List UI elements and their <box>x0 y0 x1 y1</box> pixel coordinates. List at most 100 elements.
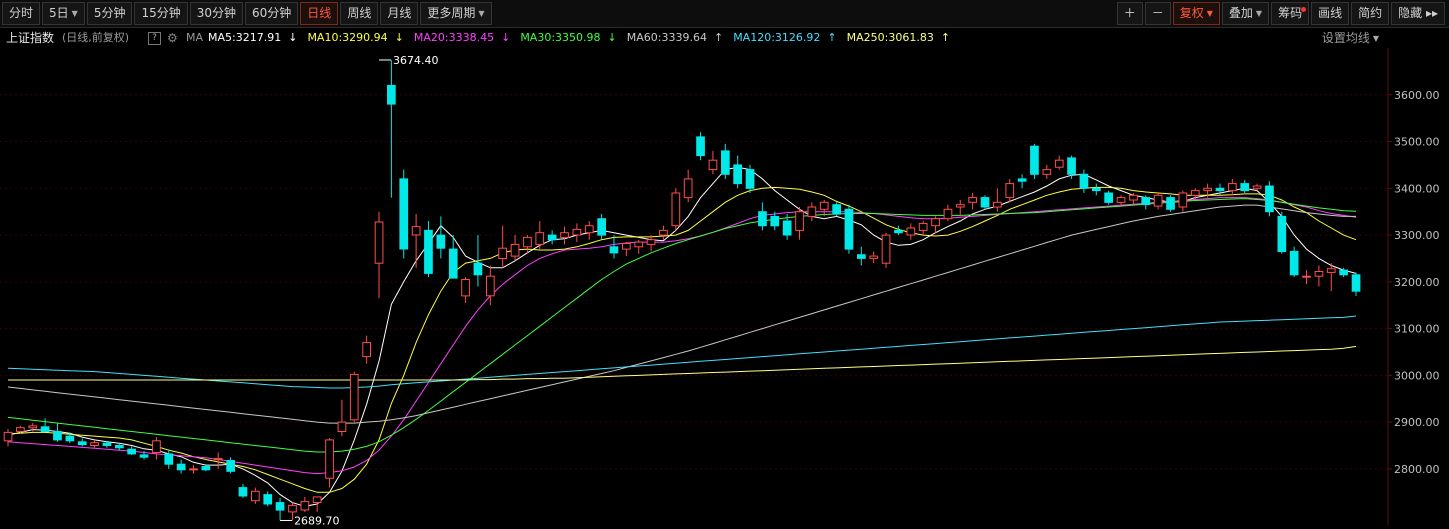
ma-value-1: MA10:3290.94 ↓ <box>307 31 411 44</box>
period-tab-label: 分时 <box>9 6 34 20</box>
candle-body <box>696 136 705 157</box>
ma-value-5: MA120:3126.92 ↑ <box>733 31 844 44</box>
candle-body <box>745 169 755 189</box>
tool-button-7[interactable]: 隐藏 ▸▸ <box>1391 2 1445 25</box>
candle-body <box>1228 183 1237 192</box>
period-tab-label: 5分钟 <box>93 6 126 20</box>
candle-body <box>448 248 458 279</box>
candle-body <box>337 421 347 433</box>
candle-body <box>1092 187 1101 192</box>
candle-body <box>1079 173 1089 189</box>
candle-body <box>213 458 223 461</box>
candle-body <box>1067 157 1076 175</box>
candle-body <box>238 487 248 497</box>
kline-chart[interactable]: 2800.00 2900.00 3000.00 3100.00 3200.00 3300.… <box>0 48 1449 527</box>
period-tab-5[interactable]: 60分钟 <box>245 2 299 25</box>
ma-value-0: MA5:3217.91 ↓ <box>208 31 305 44</box>
candle-body <box>349 373 359 421</box>
candle-body <box>782 220 792 236</box>
arrow-down-icon: ↓ <box>288 31 298 44</box>
candle-body <box>931 218 940 227</box>
candle-body <box>40 426 50 432</box>
candle-body <box>90 442 99 447</box>
candle-body <box>1166 197 1175 210</box>
y-tick-label: 3500.00 <box>1394 136 1440 149</box>
candle-body <box>374 221 384 264</box>
period-tab-8[interactable]: 月线 <box>380 2 419 25</box>
candle-body <box>1116 197 1126 203</box>
candle-body <box>288 504 297 513</box>
candle-body <box>634 241 644 248</box>
ma-value-text: MA20:3338.45 <box>413 31 495 44</box>
ma-settings-button[interactable]: 设置均线 ▼ <box>1322 28 1379 49</box>
period-label: (日线,前复权) <box>62 31 130 44</box>
period-tab-0[interactable]: 分时 <box>2 2 41 25</box>
y-tick-label: 3100.00 <box>1394 323 1440 336</box>
candle-body <box>152 440 161 453</box>
candle-body <box>795 211 804 231</box>
period-tab-3[interactable]: 15分钟 <box>134 2 188 25</box>
help-icon[interactable]: ? <box>148 32 161 45</box>
tool-button-0[interactable]: ＋ <box>1116 2 1143 25</box>
candle-body <box>1302 275 1311 278</box>
notification-dot-icon <box>1301 7 1307 12</box>
period-tab-label: 日线 <box>307 6 332 20</box>
candle-body <box>646 239 656 245</box>
tool-button-label: ＋ <box>1123 6 1136 20</box>
period-tab-2[interactable]: 5分钟 <box>86 2 133 25</box>
tool-button-1[interactable]: － <box>1144 2 1171 25</box>
candle-body <box>943 208 953 220</box>
tool-button-2[interactable]: 复权 ▼ <box>1172 2 1220 25</box>
chart-svg: 2800.00 2900.00 3000.00 3100.00 3200.00 3300.… <box>0 48 1440 527</box>
gear-icon[interactable]: ⚙ <box>167 28 178 48</box>
candle-body <box>560 232 569 238</box>
annotation-label: 3674.40 <box>393 54 439 67</box>
candle-body <box>683 178 693 199</box>
period-tab-9[interactable]: 更多周期 ▼ <box>420 2 492 25</box>
period-tab-7[interactable]: 周线 <box>340 2 379 25</box>
tool-button-5[interactable]: 画线 <box>1311 2 1350 25</box>
candle-body <box>424 229 433 274</box>
candle-body <box>955 204 965 208</box>
period-tab-6[interactable]: 日线 <box>300 2 339 25</box>
chevron-down-icon: ▼ <box>1206 9 1213 18</box>
candle-body <box>1141 197 1151 206</box>
candle-body <box>53 431 62 441</box>
tool-button-6[interactable]: 简约 <box>1351 2 1390 25</box>
index-name[interactable]: 上证指数 <box>6 28 54 48</box>
arrow-down-icon: ↓ <box>501 31 511 44</box>
candle-body <box>226 460 236 472</box>
candle-body <box>1277 215 1287 252</box>
period-tab-4[interactable]: 30分钟 <box>189 2 244 25</box>
y-tick-label: 3300.00 <box>1394 229 1440 242</box>
tool-button-4[interactable]: 筹码 <box>1271 2 1310 25</box>
candle-body <box>127 448 137 455</box>
period-tab-1[interactable]: 5日 ▼ <box>42 2 85 25</box>
tool-button-label: 简约 <box>1358 6 1383 20</box>
candle-body <box>523 236 532 248</box>
chart-info-bar: 上证指数 (日线,前复权) ? ⚙ MA MA5:3217.91 ↓ MA10:32… <box>0 28 1449 48</box>
ma-value-text: MA30:3350.98 <box>520 31 601 44</box>
ma-value-text: MA10:3290.94 <box>307 31 388 44</box>
candle-body <box>362 342 371 358</box>
candle-body <box>535 232 545 245</box>
candle-body <box>733 164 742 185</box>
tool-button-3[interactable]: 叠加 ▼ <box>1221 2 1270 25</box>
period-tab-label: 30分钟 <box>196 6 237 20</box>
candle-body <box>708 159 718 171</box>
period-tab-label: 月线 <box>387 6 412 20</box>
tool-button-label: 筹码 <box>1278 6 1303 20</box>
series-line-ma120 <box>7 315 1357 389</box>
candle-body <box>102 442 112 447</box>
arrow-down-icon: ↓ <box>394 31 404 44</box>
chevron-down-icon: ▼ <box>71 9 78 18</box>
candle-body <box>1030 145 1039 175</box>
ma-value-4: MA60:3339.64 ↑ <box>627 31 731 44</box>
candle-body <box>1339 269 1349 276</box>
candle-body <box>387 84 396 105</box>
chevron-down-icon: ▼ <box>1255 9 1263 18</box>
ma-settings-label: 设置均线 <box>1321 31 1370 45</box>
period-tabs: 分时 5日 ▼ 5分钟 15分钟 30分钟 60分钟 日线 周线 月线 更多周期 ▼ <box>2 2 494 25</box>
tool-button-label: 复权 <box>1179 6 1204 20</box>
candle-body <box>844 208 854 250</box>
